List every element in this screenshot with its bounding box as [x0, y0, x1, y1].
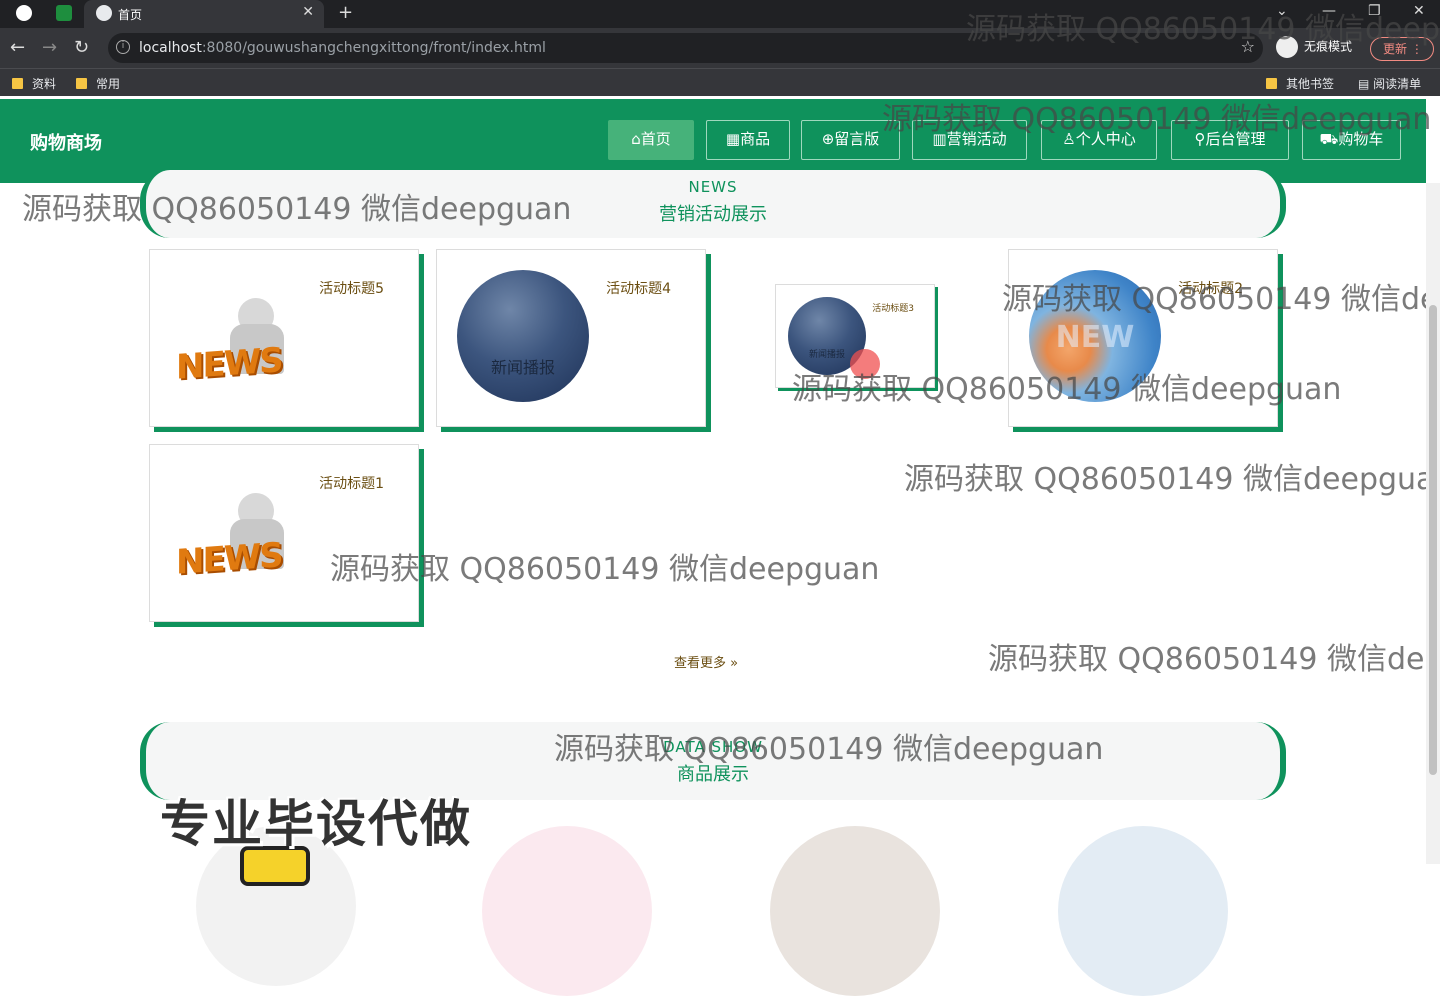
nav-home[interactable]: ⌂首页 [608, 120, 694, 160]
image-caption: 新闻播报 [490, 358, 555, 377]
globe-icon [96, 5, 112, 21]
card-title: 活动标题5 [319, 281, 384, 297]
banner-en: DATA SHOW [663, 738, 763, 756]
nav-activities[interactable]: ▥营销活动 [912, 120, 1027, 160]
nav-label: 首页 [640, 130, 671, 148]
bookmark-item[interactable]: 常用 [76, 75, 120, 92]
bookmark-label: 资料 [32, 77, 57, 91]
url-path: :8080/gouwushangchengxittong/front/index… [201, 40, 546, 56]
watermark: 源码获取 QQ86050149 微信deepguan [904, 462, 1440, 497]
close-window-icon[interactable]: ✕ [1413, 3, 1425, 19]
banner-cn: 营销活动展示 [659, 204, 767, 225]
nav-admin[interactable]: ⚲后台管理 [1171, 120, 1289, 160]
close-tab-icon[interactable]: ✕ [302, 4, 314, 20]
product-image[interactable] [1058, 826, 1228, 996]
nav-goods[interactable]: ▦商品 [706, 120, 790, 160]
new-tab-icon[interactable]: + [338, 2, 353, 23]
goods-icon: ▦ [725, 130, 741, 148]
view-more-link[interactable]: 查看更多 » [674, 652, 738, 671]
incognito-indicator[interactable]: 无痕模式 [1276, 36, 1352, 58]
folder-icon [1266, 78, 1277, 89]
product-image[interactable] [482, 826, 652, 996]
product-image[interactable] [770, 826, 940, 996]
news-broadcast-image: 新闻播报 [457, 270, 589, 402]
activity-card[interactable]: NEWS 活动标题5 [149, 249, 419, 427]
user-icon: ♙ [1062, 130, 1076, 148]
page-scrollbar[interactable] [1426, 183, 1440, 864]
activity-card[interactable]: NEW 活动标题2 [1008, 249, 1278, 427]
activity-card[interactable]: 新闻播报 活动标题4 [436, 249, 706, 427]
bookmark-label: 阅读清单 [1373, 77, 1422, 91]
other-bookmarks[interactable]: 其他书签 [1266, 75, 1334, 92]
bookmark-label: 其他书签 [1286, 77, 1335, 91]
folder-icon [12, 78, 23, 89]
nav-label: 商品 [740, 130, 771, 148]
news-word: NEWS [176, 535, 282, 583]
card-title: 活动标题3 [872, 304, 914, 314]
news-figure-image: NEWS [176, 489, 296, 583]
reading-list[interactable]: ▤ 阅读清单 [1358, 75, 1421, 92]
scroll-thumb[interactable] [1429, 305, 1437, 775]
folder-icon [76, 78, 87, 89]
link-icon: ⚲ [1194, 130, 1206, 148]
tab-title: 首页 [118, 8, 143, 22]
activity-card[interactable]: 新闻播报 活动标题3 [775, 284, 935, 388]
pinned-tab-icon[interactable] [56, 5, 72, 21]
active-tab[interactable]: 首页 ✕ [84, 0, 324, 28]
back-icon[interactable]: ← [10, 37, 25, 58]
card-title: 活动标题4 [606, 281, 671, 297]
bookmarks-bar: 资料 常用 其他书签 ▤ 阅读清单 [0, 68, 1440, 96]
bookmark-label: 常用 [96, 77, 121, 91]
browser-logo-icon[interactable] [16, 5, 32, 21]
news-figure-image: NEWS [176, 294, 296, 388]
bookmark-star-icon[interactable]: ☆ [1241, 37, 1255, 56]
nav-label: 营销活动 [946, 130, 1007, 148]
ad-overlay-text: 专业毕设代做 [160, 795, 472, 853]
globe-icon: ⊕ [821, 130, 835, 148]
incognito-label: 无痕模式 [1304, 39, 1353, 54]
address-bar-row: ← → ↻ i localhost:8080/gouwushangchengxi… [0, 28, 1440, 68]
banner-en: NEWS [688, 178, 738, 196]
url-input[interactable]: i localhost:8080/gouwushangchengxittong/… [108, 33, 1263, 63]
restore-icon[interactable]: ❐ [1368, 3, 1381, 19]
browser-tab-bar: 首页 ✕ + ⌄ — ❐ ✕ [0, 0, 1440, 28]
site-info-icon[interactable]: i [116, 40, 130, 54]
url-host: localhost [139, 40, 202, 56]
nav-label: 留言版 [834, 130, 880, 148]
image-caption: NEW [1055, 320, 1135, 355]
reload-icon[interactable]: ↻ [74, 37, 89, 58]
cart-icon: ⛟ [1319, 130, 1339, 148]
home-icon: ⌂ [631, 130, 641, 148]
activity-icon: ▥ [932, 130, 947, 148]
nav-message-board[interactable]: ⊕留言版 [801, 120, 900, 160]
nav-label: 购物车 [1338, 130, 1384, 148]
nav-label: 个人中心 [1075, 130, 1136, 148]
watermark: 源码获取 QQ86050149 微信deepguan [988, 642, 1440, 677]
bookmark-item[interactable]: 资料 [12, 75, 56, 92]
news-section-banner: NEWS 营销活动展示 [140, 170, 1286, 238]
activity-card[interactable]: NEWS 活动标题1 [149, 444, 419, 622]
nav-label: 后台管理 [1205, 130, 1266, 148]
update-label: 更新 [1383, 42, 1408, 56]
site-title: 购物商场 [30, 133, 102, 154]
nav-cart[interactable]: ⛟购物车 [1302, 120, 1401, 160]
minimize-icon[interactable]: — [1322, 3, 1336, 19]
banner-cn: 商品展示 [677, 764, 749, 785]
cursor-highlight [850, 349, 880, 379]
update-button[interactable]: 更新 ⋮ [1370, 37, 1434, 61]
nav-user-center[interactable]: ♙个人中心 [1041, 120, 1157, 160]
card-title: 活动标题2 [1178, 281, 1243, 297]
forward-icon[interactable]: → [42, 37, 57, 58]
news-globe-image: NEW [1029, 270, 1161, 402]
tab-search-icon[interactable]: ⌄ [1276, 3, 1288, 19]
incognito-icon [1276, 36, 1298, 58]
reading-list-icon: ▤ [1358, 77, 1374, 91]
url-text: localhost:8080/gouwushangchengxittong/fr… [139, 40, 546, 56]
card-title: 活动标题1 [319, 476, 384, 492]
news-word: NEWS [176, 340, 282, 388]
